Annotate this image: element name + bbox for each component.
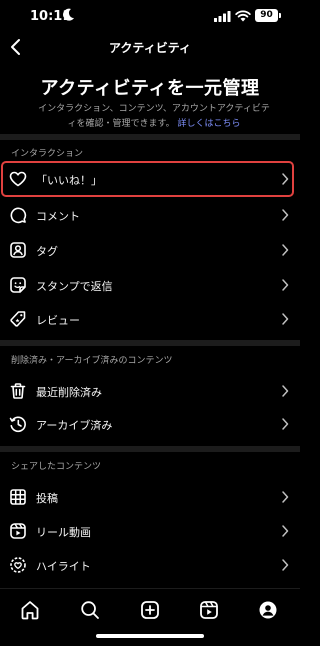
wifi-icon bbox=[235, 10, 251, 22]
chevron-right-icon bbox=[282, 418, 289, 430]
comment-icon bbox=[10, 207, 27, 224]
row-comments[interactable]: コメント bbox=[0, 198, 300, 232]
row-label: リール動画 bbox=[36, 526, 91, 539]
home-icon[interactable] bbox=[19, 599, 41, 621]
learn-more-link[interactable]: 詳しくはこちら bbox=[177, 119, 240, 129]
row-label: コメント bbox=[36, 210, 80, 223]
header: アクティビティ bbox=[0, 34, 300, 60]
row-posts[interactable]: 投稿 bbox=[0, 480, 300, 514]
grid-icon bbox=[10, 489, 26, 505]
chevron-right-icon bbox=[282, 313, 289, 325]
review-icon bbox=[10, 311, 26, 327]
row-label: タグ bbox=[36, 245, 58, 258]
row-highlights[interactable]: ハイライト bbox=[0, 548, 300, 582]
chevron-right-icon bbox=[282, 559, 289, 571]
row-reels[interactable]: リール動画 bbox=[0, 514, 300, 548]
profile-icon[interactable] bbox=[257, 599, 279, 621]
row-label: 投稿 bbox=[36, 492, 58, 505]
row-tags[interactable]: タグ bbox=[0, 233, 300, 267]
battery-indicator: 90 bbox=[255, 9, 281, 22]
signal-icon bbox=[214, 11, 231, 22]
section-divider bbox=[0, 340, 300, 346]
reels-icon[interactable] bbox=[198, 599, 220, 621]
section-label-deleted-archived: 削除済み・アーカイブ済みのコンテンツ bbox=[11, 356, 173, 366]
row-label: 最近削除済み bbox=[36, 386, 102, 399]
chevron-right-icon bbox=[282, 385, 289, 397]
home-indicator bbox=[96, 634, 204, 638]
highlight-icon bbox=[10, 557, 26, 573]
trash-icon bbox=[10, 383, 26, 399]
row-label: スタンプで返信 bbox=[36, 280, 113, 293]
sticker-icon bbox=[10, 277, 26, 293]
highlight-frame bbox=[1, 161, 294, 197]
row-reviews[interactable]: レビュー bbox=[0, 302, 300, 336]
chevron-right-icon bbox=[282, 525, 289, 537]
reels-icon bbox=[10, 523, 26, 539]
chevron-right-icon bbox=[282, 491, 289, 503]
section-divider bbox=[0, 446, 300, 452]
chevron-right-icon bbox=[282, 209, 289, 221]
row-label: アーカイブ済み bbox=[36, 419, 113, 432]
row-sticker-replies[interactable]: スタンプで返信 bbox=[0, 268, 300, 302]
status-bar: 10:11 90 bbox=[0, 0, 300, 34]
tag-icon bbox=[10, 242, 26, 258]
search-icon[interactable] bbox=[79, 599, 101, 621]
archive-icon bbox=[9, 416, 26, 433]
page-title: アクティビティ bbox=[109, 41, 191, 55]
create-icon[interactable] bbox=[139, 599, 161, 621]
row-label: ハイライト bbox=[36, 560, 91, 573]
section-label-shared-content: シェアしたコンテンツ bbox=[11, 462, 102, 472]
hero-title: アクティビティを一元管理 bbox=[40, 78, 260, 99]
row-recently-deleted[interactable]: 最近削除済み bbox=[0, 374, 300, 408]
chevron-right-icon bbox=[282, 244, 289, 256]
moon-icon bbox=[63, 8, 74, 21]
row-archived[interactable]: アーカイブ済み bbox=[0, 407, 300, 441]
hero-description: インタラクション、コンテンツ、アカウントアクティビティを確認・管理できます。 詳… bbox=[38, 102, 270, 132]
section-divider bbox=[0, 134, 300, 140]
section-label-interactions: インタラクション bbox=[11, 149, 84, 159]
chevron-right-icon bbox=[282, 279, 289, 291]
row-label: レビュー bbox=[36, 314, 80, 327]
